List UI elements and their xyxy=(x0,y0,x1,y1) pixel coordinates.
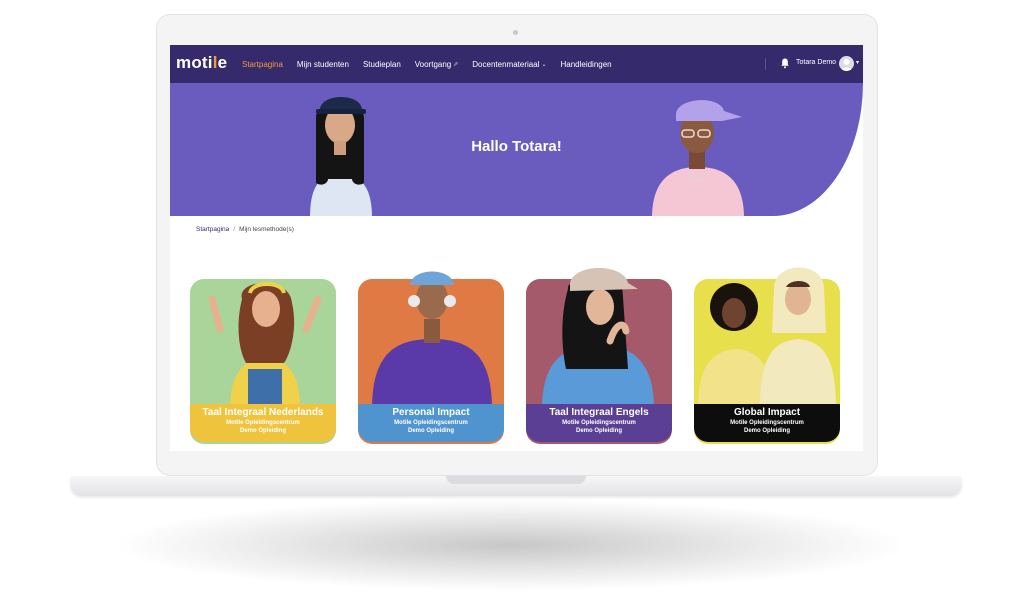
motile-logo[interactable]: motile xyxy=(176,53,227,73)
course-photo xyxy=(208,282,322,409)
course-program: Demo Opleiding xyxy=(239,428,286,434)
nav-item-studieplan[interactable]: Studieplan xyxy=(363,60,401,69)
course-org: Motile Opleidingscentrum xyxy=(226,420,300,426)
nav-label: Voortgang xyxy=(414,59,452,69)
nav-label: Docentenmateriaal xyxy=(472,59,540,69)
chevron-down-icon: ⌄ xyxy=(541,61,547,68)
course-card-taal-integraal-nederlands[interactable]: Taal Integraal Nederlands Motile Opleidi… xyxy=(190,259,336,445)
bell-icon[interactable] xyxy=(780,57,790,69)
course-photo xyxy=(372,271,492,409)
breadcrumb-home-link[interactable]: Startpagina xyxy=(196,226,229,233)
laptop-screen: motile Startpagina Mijn studenten Studie… xyxy=(170,45,863,451)
top-navbar: motile Startpagina Mijn studenten Studie… xyxy=(170,45,863,83)
logo-text-end: e xyxy=(217,53,228,72)
nav-divider xyxy=(765,58,766,70)
course-label: Personal Impact Motile Opleidingscentrum… xyxy=(358,404,504,442)
breadcrumb-separator: / xyxy=(233,226,236,233)
nav-item-handleidingen[interactable]: Handleidingen xyxy=(560,60,611,69)
course-photo xyxy=(542,268,654,409)
hero-banner: Hallo Totara! xyxy=(170,83,863,216)
nav-item-voortgang[interactable]: Voortgang ⇗ xyxy=(415,60,459,69)
course-label: Global Impact Motile Opleidingscentrum D… xyxy=(694,404,840,442)
course-card-taal-integraal-engels[interactable]: Taal Integraal Engels Motile Opleidingsc… xyxy=(526,259,672,445)
course-title: Taal Integraal Engels xyxy=(549,407,649,418)
nav-item-mijn-studenten[interactable]: Mijn studenten xyxy=(297,60,349,69)
course-card-global-impact[interactable]: Global Impact Motile Opleidingscentrum D… xyxy=(694,259,840,445)
nav-label: Startpagina xyxy=(242,59,283,69)
webcam-dot xyxy=(513,30,518,35)
course-label: Taal Integraal Nederlands Motile Opleidi… xyxy=(190,404,336,442)
course-label: Taal Integraal Engels Motile Opleidingsc… xyxy=(526,404,672,442)
course-title: Taal Integraal Nederlands xyxy=(202,407,324,418)
course-photo xyxy=(698,267,836,409)
laptop-shadow xyxy=(120,500,900,590)
nav-label: Mijn studenten xyxy=(296,59,349,69)
main-nav: Startpagina Mijn studenten Studieplan Vo… xyxy=(242,45,626,83)
nav-item-docentenmateriaal[interactable]: Docentenmateriaal ⌄ xyxy=(472,60,546,69)
breadcrumb-current: Mijn lesmethode(s) xyxy=(239,226,294,233)
laptop-base xyxy=(70,476,962,496)
breadcrumb: Startpagina / Mijn lesmethode(s) xyxy=(196,226,294,233)
course-card-personal-impact[interactable]: Personal Impact Motile Opleidingscentrum… xyxy=(358,259,504,445)
banner-person-right xyxy=(652,100,744,216)
external-link-icon: ⇗ xyxy=(453,61,459,68)
course-title: Personal Impact xyxy=(392,407,470,418)
nav-label: Studieplan xyxy=(362,59,401,69)
course-org: Motile Opleidingscentrum xyxy=(562,420,636,426)
course-program: Demo Opleiding xyxy=(743,428,790,434)
course-program: Demo Opleiding xyxy=(407,428,454,434)
course-org: Motile Opleidingscentrum xyxy=(730,420,804,426)
logo-text-start: moti xyxy=(176,53,213,72)
avatar-placeholder-icon xyxy=(841,59,852,71)
nav-item-startpagina[interactable]: Startpagina xyxy=(242,60,283,69)
course-org: Motile Opleidingscentrum xyxy=(394,420,468,426)
course-program: Demo Opleiding xyxy=(575,428,622,434)
laptop-notch xyxy=(446,476,586,484)
nav-label: Handleidingen xyxy=(560,59,612,69)
user-menu-caret-icon[interactable]: ▾ xyxy=(856,59,859,66)
user-name[interactable]: Totara Demo xyxy=(796,59,836,66)
avatar[interactable] xyxy=(839,56,854,71)
course-title: Global Impact xyxy=(733,407,801,418)
